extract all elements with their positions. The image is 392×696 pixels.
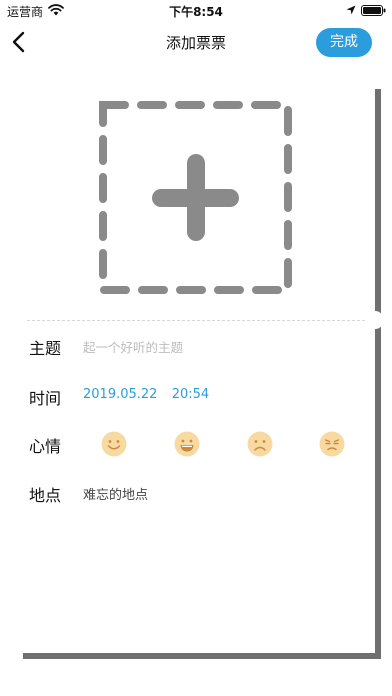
status-bar: 运营商 下午8:54	[0, 0, 392, 20]
subject-input[interactable]	[83, 337, 343, 357]
dashed-plus-icon[interactable]	[99, 101, 292, 294]
date-value: 2019.05.22	[83, 387, 158, 402]
nav-bar: 添加票票 完成	[0, 22, 392, 62]
subject-label: 主题	[29, 339, 62, 358]
time-label: 时间	[29, 389, 62, 408]
battery-icon	[361, 5, 386, 16]
mood-label: 心情	[29, 437, 62, 456]
ticket-body: 主题 时间 2019.05.22 20:54 心情	[8, 83, 384, 653]
ticket-card: 主题 时间 2019.05.22 20:54 心情	[8, 83, 384, 659]
annoyed-face-icon[interactable]	[319, 431, 345, 457]
grin-face-icon[interactable]	[174, 431, 200, 457]
place-label: 地点	[29, 486, 62, 505]
ticket-notch-left	[8, 311, 26, 329]
location-arrow-icon	[346, 5, 356, 15]
done-button[interactable]: 完成	[316, 28, 372, 57]
ticket-notch-right	[366, 311, 384, 329]
time-picker[interactable]: 2019.05.22 20:54	[83, 387, 209, 402]
sad-face-icon[interactable]	[247, 431, 273, 457]
place-field[interactable]: 难忘的地点	[83, 484, 148, 503]
status-time: 下午8:54	[169, 5, 223, 19]
clock-value: 20:54	[171, 387, 210, 402]
perforation-line	[17, 320, 375, 321]
happy-face-icon[interactable]	[101, 431, 127, 457]
